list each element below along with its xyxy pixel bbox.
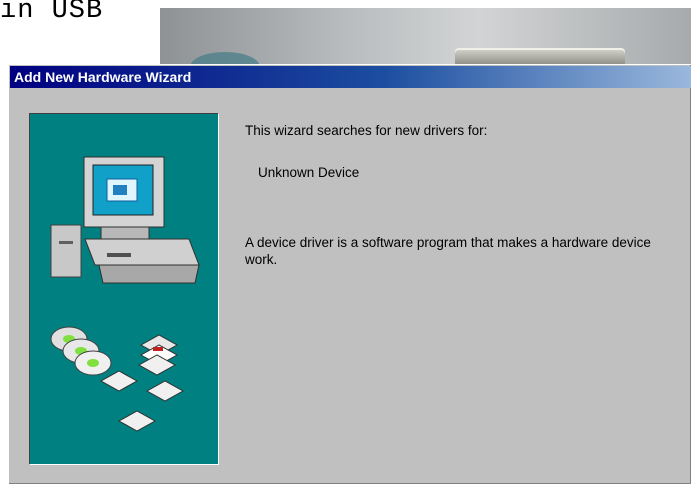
device-name: Unknown Device [258, 165, 360, 180]
computer-icon [50, 156, 200, 284]
cd-icon [50, 326, 112, 376]
floppy-disk-icon [99, 334, 185, 432]
window-title[interactable]: Add New Hardware Wizard [10, 66, 691, 88]
driver-description: A device driver is a software program th… [245, 235, 651, 267]
wizard-illustration-panel [29, 113, 218, 464]
wizard-illustration [50, 156, 200, 432]
intro-text: This wizard searches for new drivers for… [245, 123, 488, 138]
background-caption-text: in USB [0, 0, 104, 26]
background-photo [160, 8, 691, 68]
wizard-window: Add New Hardware Wizard This wizard sear… [8, 64, 691, 484]
